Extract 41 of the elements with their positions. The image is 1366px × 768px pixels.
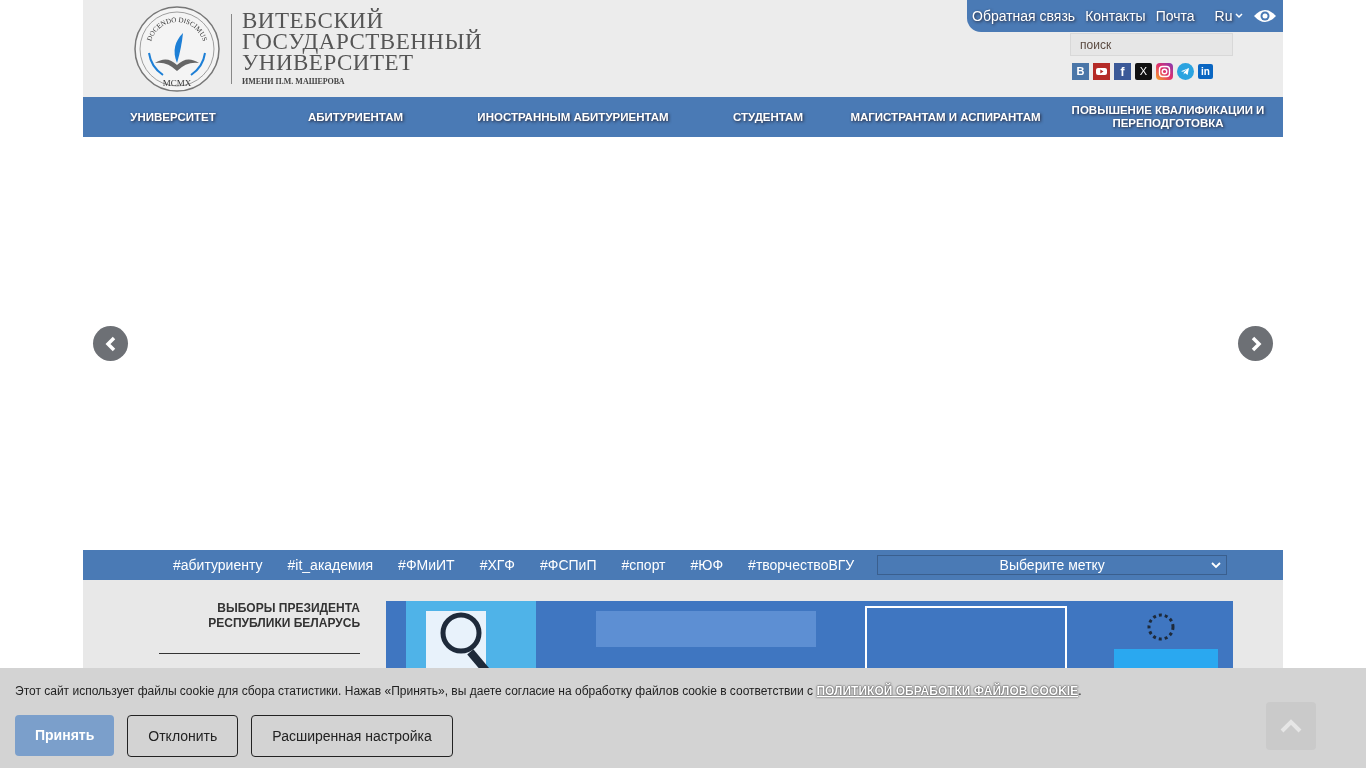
top-link[interactable]: Обратная связь xyxy=(972,5,1076,27)
vk-icon[interactable]: B xyxy=(1072,63,1089,80)
search-field[interactable]: поиск xyxy=(1070,33,1233,56)
tag-select[interactable]: Выберите метку xyxy=(877,555,1228,575)
telegram-icon[interactable] xyxy=(1177,63,1194,80)
linkedin-icon[interactable]: in xyxy=(1198,64,1213,79)
top-link[interactable]: Контакты xyxy=(1085,5,1146,27)
cookie-button[interactable]: Расширенная настройка xyxy=(251,715,453,757)
cookie-button[interactable]: Принять xyxy=(15,715,115,756)
previous-slide-button[interactable] xyxy=(93,326,128,361)
tag-link[interactable]: #it_академия xyxy=(287,554,374,576)
language-selector[interactable]: Ru xyxy=(1214,5,1244,27)
nav-item[interactable]: ПОВЫШЕНИЕ КВАЛИФИКАЦИИ И ПЕРЕПОДГОТОВКА xyxy=(1053,104,1283,130)
sidebar-heading[interactable]: ВЫБОРЫ ПРЕЗИДЕНТА РЕСПУБЛИКИ БЕЛАРУСЬ xyxy=(160,601,360,631)
tag-link[interactable]: #ФСПиП xyxy=(540,554,597,576)
nav-item[interactable]: ИНОСТРАННЫМ АБИТУРИЕНТАМ xyxy=(448,110,698,124)
chevron-left-icon xyxy=(103,335,118,352)
top-link[interactable]: Почта xyxy=(1155,5,1195,27)
chevron-down-icon xyxy=(1211,561,1222,569)
tag-link[interactable]: #абитуриенту xyxy=(173,554,263,576)
tag-link[interactable]: #творчествоВГУ xyxy=(748,554,855,576)
tag-link[interactable]: #спорт xyxy=(621,554,666,576)
youtube-icon[interactable] xyxy=(1093,63,1110,80)
cookie-notice-text: Этот сайт использует файлы cookie для сбора статистики. Нажав «Принять», вы даете согласие на обработку файлов cookie в соответствии с ПОЛИТИКОЙ ОБРАБОТКИ ФАЙЛОВ COOKIE. xyxy=(15,682,1083,700)
cookie-button[interactable]: Отклонить xyxy=(127,715,239,757)
eye-icon[interactable] xyxy=(1253,8,1278,24)
nav-item[interactable]: АБИТУРИЕНТАМ xyxy=(263,110,448,124)
next-slide-button[interactable] xyxy=(1238,326,1273,361)
nav-item[interactable]: УНИВЕРСИТЕТ xyxy=(83,110,263,124)
tag-link[interactable]: #ЮФ xyxy=(690,554,724,576)
nav-item[interactable]: СТУДЕНТАМ xyxy=(698,110,838,124)
x-icon[interactable]: X xyxy=(1135,63,1152,80)
chevron-up-icon xyxy=(1280,719,1302,733)
facebook-icon[interactable]: f xyxy=(1114,63,1131,80)
instagram-icon[interactable] xyxy=(1156,63,1173,80)
nav-item[interactable]: МАГИСТРАНТАМ И АСПИРАНТАМ xyxy=(838,110,1053,124)
university-subtitle: ИМЕНИ П.М. МАШЕРОВА xyxy=(242,75,346,88)
chevron-down-icon xyxy=(1235,13,1244,19)
tag-link[interactable]: #ФМиИТ xyxy=(398,554,455,576)
tag-link[interactable]: #ХГФ xyxy=(479,554,515,576)
university-name-line: ВИТЕБСКИЙ xyxy=(242,9,384,31)
